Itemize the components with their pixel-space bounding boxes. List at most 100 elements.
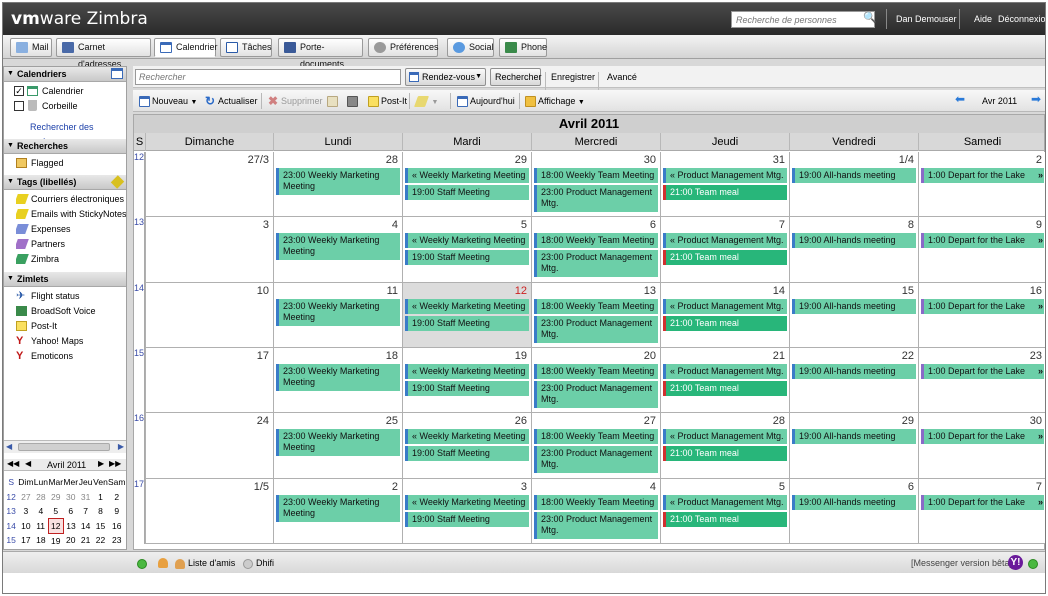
tag-item[interactable]: Partners (16, 237, 126, 251)
calendar-event[interactable]: 19:00 All-hands meeting (792, 233, 916, 248)
help-link[interactable]: Aide (974, 14, 992, 24)
day-cell[interactable]: 2 1:00 Depart for the Lake » (918, 152, 1045, 217)
mini-calendar-day[interactable]: 22 (93, 533, 108, 548)
mini-calendar-day[interactable]: 15 (93, 519, 108, 534)
next-year-icon[interactable]: ▶▶ (109, 459, 121, 468)
mini-calendar-week-number[interactable]: 13 (4, 504, 18, 519)
mini-calendar-day[interactable]: 4 (33, 504, 48, 519)
calendars-header[interactable]: ▼ Calendriers (4, 67, 126, 82)
advanced-search-button[interactable]: Avancé (607, 72, 637, 82)
day-number[interactable]: 28 (773, 415, 785, 427)
day-cell[interactable]: 31 « Product Management Mtg. 21:00 Team me… (660, 152, 789, 217)
week-number[interactable]: 17 (134, 479, 145, 544)
refresh-button[interactable]: ↻ Actualiser (205, 95, 258, 107)
calendar-event[interactable]: 19:00 Staff Meeting (405, 185, 529, 200)
mini-calendar-day[interactable]: 16 (108, 519, 126, 534)
week-number[interactable]: 16 (134, 413, 145, 479)
saved-search-flagged[interactable]: Flagged (16, 156, 126, 170)
day-number[interactable]: 30 (644, 154, 656, 166)
day-cell[interactable]: 28 23:00 Weekly Marketing Meeting (273, 152, 402, 217)
day-number[interactable]: 6 (650, 219, 656, 231)
day-number[interactable]: 10 (257, 285, 269, 297)
tab-tasks[interactable]: Tâches (220, 38, 272, 57)
new-tag-icon[interactable] (110, 175, 125, 189)
zimlet-emoticons[interactable]: Y Emoticons (16, 349, 126, 363)
mini-calendar-day[interactable]: 28 (33, 490, 48, 505)
dhifi-button[interactable]: Dhifi (243, 558, 274, 569)
calendar-event[interactable]: 23:00 Product Management Mtg. (534, 185, 658, 212)
day-number[interactable]: 29 (902, 415, 914, 427)
day-cell[interactable]: 4 23:00 Weekly Marketing Meeting (273, 217, 402, 283)
week-number[interactable]: 13 (134, 217, 145, 283)
calendar-event[interactable]: « Weekly Marketing Meeting (405, 299, 529, 314)
calendar-event[interactable]: 18:00 Weekly Team Meeting (534, 429, 658, 444)
user-name-menu[interactable]: Dan Demouser (896, 14, 957, 24)
tab-calendar[interactable]: Calendrier (154, 38, 218, 57)
tag-item[interactable]: Zimbra (16, 252, 126, 266)
day-cell[interactable]: 13 18:00 Weekly Team Meeting 23:00 Product… (531, 283, 660, 348)
day-cell[interactable]: 19 « Weekly Marketing Meeting 19:00 Staff … (402, 348, 531, 413)
collapse-triangle-icon[interactable]: ▼ (7, 175, 14, 189)
mini-calendar-day[interactable]: 1 (93, 490, 108, 505)
day-number[interactable]: 23 (1030, 350, 1042, 362)
day-cell[interactable]: 6 18:00 Weekly Team Meeting 23:00 Product … (531, 217, 660, 283)
day-number[interactable]: 5 (779, 481, 785, 493)
tags-header[interactable]: ▼ Tags (libellés) (4, 175, 126, 190)
day-cell[interactable]: 27 18:00 Weekly Team Meeting 23:00 Product… (531, 413, 660, 479)
calendar-event[interactable]: 1:00 Depart for the Lake » (921, 299, 1044, 314)
calendar-event[interactable]: 19:00 All-hands meeting (792, 495, 916, 510)
day-number[interactable]: 2 (1036, 154, 1042, 166)
messenger-status-icon[interactable] (1028, 558, 1038, 569)
calendar-event[interactable]: 19:00 All-hands meeting (792, 168, 916, 183)
day-number[interactable]: 27/3 (248, 154, 269, 166)
mini-calendar-day[interactable]: 9 (108, 504, 126, 519)
tab-address-book[interactable]: Carnet d'adresses (56, 38, 151, 69)
previous-month-arrow-icon[interactable]: ⬅ (955, 93, 965, 105)
day-number[interactable]: 1/5 (254, 481, 269, 493)
calendar-event[interactable]: 23:00 Weekly Marketing Meeting (276, 233, 400, 260)
calendar-event[interactable]: « Product Management Mtg. (663, 299, 787, 314)
mini-calendar-day[interactable]: 11 (33, 519, 48, 534)
day-number[interactable]: 3 (263, 219, 269, 231)
scrollbar-thumb[interactable] (18, 443, 110, 451)
day-number[interactable]: 28 (386, 154, 398, 166)
calendar-event[interactable]: 21:00 Team meal (663, 446, 787, 461)
day-cell[interactable]: 18 23:00 Weekly Marketing Meeting (273, 348, 402, 413)
calendar-event[interactable]: « Weekly Marketing Meeting (405, 429, 529, 444)
scroll-left-arrow-icon[interactable]: ◀ (6, 442, 12, 451)
mini-calendar-day[interactable]: 23 (108, 533, 126, 548)
calendar-event[interactable]: « Product Management Mtg. (663, 495, 787, 510)
day-cell[interactable]: 30 18:00 Weekly Team Meeting 23:00 Product… (531, 152, 660, 217)
calendar-event[interactable]: 21:00 Team meal (663, 512, 787, 527)
day-number[interactable]: 2 (392, 481, 398, 493)
day-cell[interactable]: 21 « Product Management Mtg. 21:00 Team me… (660, 348, 789, 413)
new-button[interactable]: Nouveau ▼ (139, 95, 197, 109)
calendar-event[interactable]: 1:00 Depart for the Lake » (921, 429, 1044, 444)
calendar-event[interactable]: 19:00 Staff Meeting (405, 381, 529, 396)
day-cell[interactable]: 10 (145, 283, 273, 348)
day-cell[interactable]: 3 « Weekly Marketing Meeting 19:00 Staff M… (402, 479, 531, 544)
calendar-event[interactable]: 18:00 Weekly Team Meeting (534, 233, 658, 248)
mini-calendar-week-number[interactable]: 14 (4, 519, 18, 534)
day-cell[interactable]: 9 1:00 Depart for the Lake » (918, 217, 1045, 283)
more-events-chevron-icon[interactable]: » (1038, 431, 1043, 442)
tab-mail[interactable]: Mail (10, 38, 52, 57)
day-cell[interactable]: 4 18:00 Weekly Team Meeting 23:00 Product … (531, 479, 660, 544)
day-number[interactable]: 11 (387, 285, 398, 297)
day-cell[interactable]: 29 19:00 All-hands meeting (789, 413, 918, 479)
calendar-event[interactable]: 21:00 Team meal (663, 381, 787, 396)
magnifier-search-icon[interactable]: 🔍 (863, 11, 877, 27)
day-number[interactable]: 30 (1030, 415, 1042, 427)
delete-button[interactable]: ✖ Supprimer (268, 95, 323, 107)
calendar-event[interactable]: 19:00 All-hands meeting (792, 299, 916, 314)
buddy-list-button[interactable]: Liste d'amis (175, 558, 235, 569)
day-number[interactable]: 14 (773, 285, 785, 297)
searches-header[interactable]: ▼ Recherches (4, 139, 126, 154)
calendar-event[interactable]: 18:00 Weekly Team Meeting (534, 299, 658, 314)
collapse-triangle-icon[interactable]: ▼ (7, 139, 14, 153)
today-button[interactable]: Aujourd'hui (457, 95, 515, 108)
sidebar-horizontal-scrollbar[interactable]: ◀ ▶ (4, 440, 126, 453)
more-events-chevron-icon[interactable]: » (1038, 170, 1043, 181)
day-number[interactable]: 8 (908, 219, 914, 231)
calendar-event[interactable]: 19:00 Staff Meeting (405, 446, 529, 461)
